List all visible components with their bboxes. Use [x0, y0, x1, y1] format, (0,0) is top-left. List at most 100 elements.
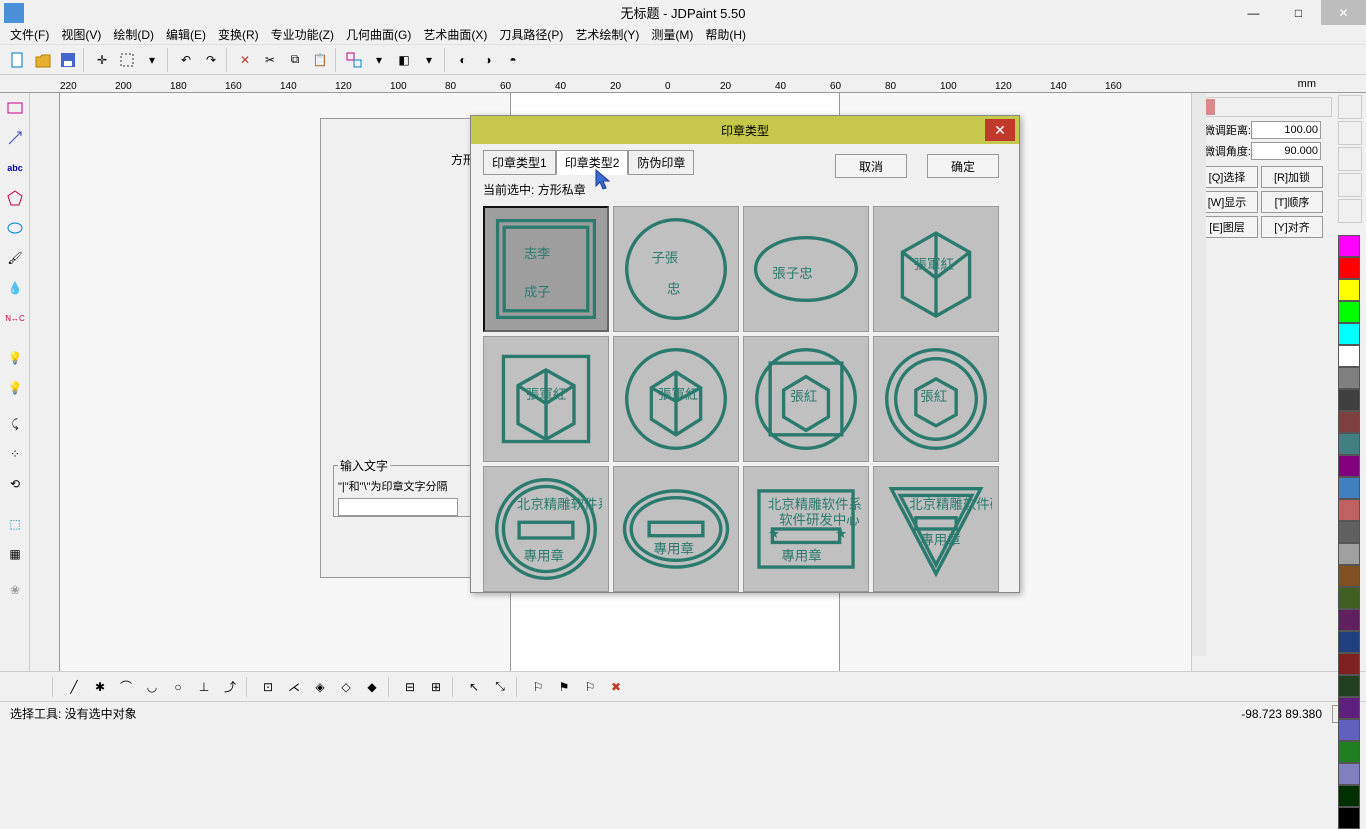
stamp-rect-official[interactable]: 北京精雕软件系统研究中心软件研发中心★★專用章	[743, 466, 869, 592]
menu-file[interactable]: 文件(F)	[4, 24, 55, 45]
render1-icon[interactable]: ◐	[451, 48, 475, 72]
color-swatch[interactable]	[1338, 543, 1360, 565]
rect-tool-icon[interactable]	[1, 94, 29, 122]
bt-snap1-icon[interactable]: ⊡	[256, 675, 280, 699]
color-swatch[interactable]	[1338, 741, 1360, 763]
btn-order[interactable]: [T]顺序	[1261, 191, 1323, 213]
cut-icon[interactable]: ✂	[258, 48, 282, 72]
arrow-tool-icon[interactable]	[1, 124, 29, 152]
menu-draw[interactable]: 绘制(D)	[107, 24, 160, 45]
brush-tool-icon[interactable]: 🖌	[1, 244, 29, 272]
measure-tool-icon[interactable]: N↔C	[1, 304, 29, 332]
text-tool-icon[interactable]: abc	[1, 154, 29, 182]
group-icon[interactable]	[342, 48, 366, 72]
render3-icon[interactable]: ◓	[501, 48, 525, 72]
bt-arc-icon[interactable]: ◡	[140, 675, 164, 699]
stamp-cube-1[interactable]: 張軍紅	[873, 206, 999, 332]
bt-tan-icon[interactable]: ⤴	[218, 675, 242, 699]
copy-icon[interactable]: ⧉	[283, 48, 307, 72]
stamp-circle-calligraphy[interactable]: 子張忠	[613, 206, 739, 332]
select-tool-icon[interactable]: ✛	[90, 48, 114, 72]
color-swatch[interactable]	[1338, 279, 1360, 301]
bulb1-icon[interactable]: 💡	[1, 344, 29, 372]
color-swatch[interactable]	[1338, 301, 1360, 323]
open-icon[interactable]	[31, 48, 55, 72]
polygon-tool-icon[interactable]	[1, 184, 29, 212]
color-swatch[interactable]	[1338, 697, 1360, 719]
delete-icon[interactable]: ✕	[233, 48, 257, 72]
color-swatch[interactable]	[1338, 257, 1360, 279]
menu-transform[interactable]: 变换(R)	[212, 24, 265, 45]
btn-lock[interactable]: [R]加锁	[1261, 166, 1323, 188]
color-swatch[interactable]	[1338, 565, 1360, 587]
color-swatch[interactable]	[1338, 367, 1360, 389]
redo-icon[interactable]: ↷	[199, 48, 223, 72]
bt-x-icon[interactable]: ✖	[604, 675, 628, 699]
menu-pro[interactable]: 专业功能(Z)	[265, 24, 340, 45]
color-swatch[interactable]	[1338, 719, 1360, 741]
color-swatch[interactable]	[1338, 389, 1360, 411]
color-swatch[interactable]	[1338, 235, 1360, 257]
tool-fr-1-icon[interactable]	[1338, 95, 1362, 119]
color-swatch[interactable]	[1338, 323, 1360, 345]
bt-snap5-icon[interactable]: ◆	[360, 675, 384, 699]
dialog-close-button[interactable]: ✕	[985, 119, 1015, 141]
bt-cursor1-icon[interactable]: ↖	[462, 675, 486, 699]
drop-tool-icon[interactable]: 💧	[1, 274, 29, 302]
menu-toolpath[interactable]: 刀具路径(P)	[493, 24, 569, 45]
stamp-oval-official[interactable]: 專用章	[613, 466, 739, 592]
paste-icon[interactable]: 📋	[308, 48, 332, 72]
menu-art-surface[interactable]: 艺术曲面(X)	[417, 24, 493, 45]
stamp-round-official[interactable]: 專用章北京精雕软件系统研究中心	[483, 466, 609, 592]
dialog-titlebar[interactable]: 印章类型 ✕	[471, 116, 1019, 144]
vertical-scrollbar[interactable]	[1191, 93, 1206, 656]
stamp-cube-4[interactable]: 張紅	[743, 336, 869, 462]
bt-flag2-icon[interactable]: ⚑	[552, 675, 576, 699]
menu-edit[interactable]: 编辑(E)	[160, 24, 212, 45]
bt-flag1-icon[interactable]: ⚐	[526, 675, 550, 699]
tool-fr-3-icon[interactable]	[1338, 147, 1362, 171]
lamp-icon[interactable]: ❀	[1, 576, 29, 604]
color-swatch[interactable]	[1338, 763, 1360, 785]
bt-snap2-icon[interactable]: ⋌	[282, 675, 306, 699]
misc1-icon[interactable]: ◧	[392, 48, 416, 72]
color-swatch[interactable]	[1338, 455, 1360, 477]
close-button[interactable]: ✕	[1321, 0, 1366, 25]
menu-help[interactable]: 帮助(H)	[699, 24, 752, 45]
color-swatch[interactable]	[1338, 477, 1360, 499]
color-swatch[interactable]	[1338, 433, 1360, 455]
ungroup-icon[interactable]: ▾	[367, 48, 391, 72]
menu-view[interactable]: 视图(V)	[55, 24, 107, 45]
new-icon[interactable]	[6, 48, 30, 72]
rect-select-icon[interactable]	[115, 48, 139, 72]
stamp-square-calligraphy[interactable]: 志李成子	[483, 206, 609, 332]
bulb2-icon[interactable]: 💡	[1, 374, 29, 402]
circle-tool-icon[interactable]	[1, 214, 29, 242]
bt-circle-icon[interactable]: ○	[166, 675, 190, 699]
color-swatch[interactable]	[1338, 587, 1360, 609]
color-swatch[interactable]	[1338, 609, 1360, 631]
color-swatch[interactable]	[1338, 785, 1360, 807]
tool-fr-2-icon[interactable]	[1338, 121, 1362, 145]
tool-fr-5-icon[interactable]	[1338, 199, 1362, 223]
bt-cursor2-icon[interactable]: ⤡	[488, 675, 512, 699]
tool-fr-4-icon[interactable]	[1338, 173, 1362, 197]
bt-snap4-icon[interactable]: ◇	[334, 675, 358, 699]
btn-align[interactable]: [Y]对齐	[1261, 216, 1323, 238]
color-swatch[interactable]	[1338, 411, 1360, 433]
color-swatch[interactable]	[1338, 653, 1360, 675]
cancel-button[interactable]: 取消	[835, 154, 907, 178]
bt-node-icon[interactable]: ✱	[88, 675, 112, 699]
grid-tool-icon[interactable]: ▦	[1, 540, 29, 568]
ok-button[interactable]: 确定	[927, 154, 999, 178]
undo-icon[interactable]: ↶	[174, 48, 198, 72]
menu-art-draw[interactable]: 艺术绘制(Y)	[569, 24, 645, 45]
bt-curve-icon[interactable]: ⌒	[114, 675, 138, 699]
render2-icon[interactable]: ◑	[476, 48, 500, 72]
color-swatch[interactable]	[1338, 345, 1360, 367]
menu-geom[interactable]: 几何曲面(G)	[340, 24, 417, 45]
bt-snap3-icon[interactable]: ◈	[308, 675, 332, 699]
menu-measure[interactable]: 测量(M)	[645, 24, 699, 45]
stamp-text-input[interactable]	[338, 498, 458, 516]
pick-icon[interactable]: ⤹	[1, 410, 29, 438]
